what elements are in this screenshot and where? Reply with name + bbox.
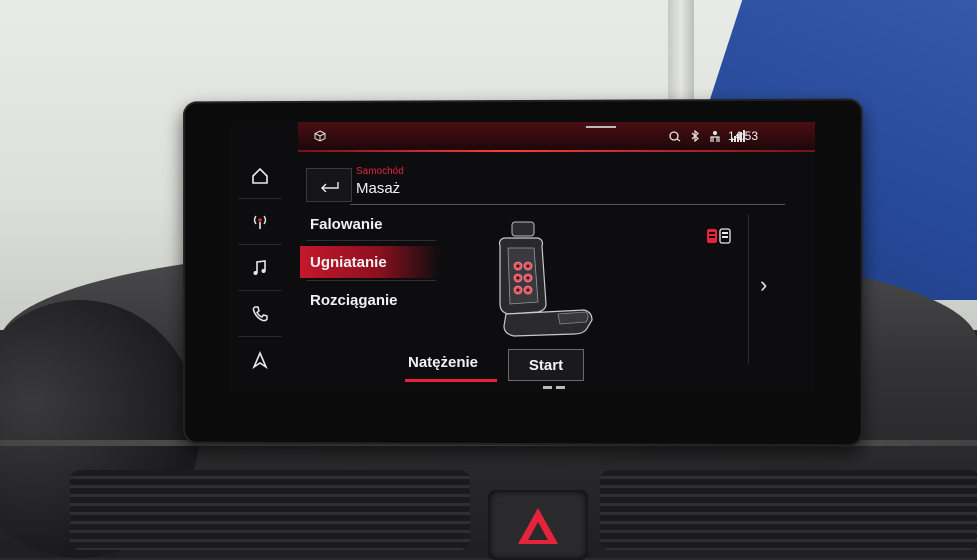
clock-time: 14:53 bbox=[728, 129, 759, 143]
nav-home-button[interactable] bbox=[238, 154, 282, 199]
program-item-ugniatanie[interactable]: Ugniatanie bbox=[300, 246, 440, 278]
page-dot bbox=[543, 386, 552, 389]
air-vent-left bbox=[70, 470, 470, 550]
right-panel-divider bbox=[748, 214, 749, 364]
nav-radio-button[interactable] bbox=[238, 200, 282, 245]
list-divider bbox=[306, 240, 436, 241]
home-icon bbox=[252, 167, 268, 184]
music-note-icon bbox=[253, 260, 266, 275]
header-divider bbox=[350, 204, 785, 205]
cube-icon bbox=[314, 130, 326, 145]
bluetooth-icon bbox=[690, 129, 700, 145]
radio-icon bbox=[253, 215, 267, 229]
intensity-tab-indicator bbox=[405, 379, 497, 382]
back-button[interactable] bbox=[306, 168, 352, 202]
program-item-falowanie[interactable]: Falowanie bbox=[300, 208, 440, 240]
program-label: Ugniatanie bbox=[310, 253, 387, 271]
nav-media-button[interactable] bbox=[238, 246, 282, 291]
program-label: Falowanie bbox=[310, 215, 383, 233]
side-navigation bbox=[230, 150, 282, 392]
page-indicator bbox=[543, 386, 565, 389]
back-arrow-icon bbox=[321, 182, 339, 192]
hazard-warning-icon-inner bbox=[528, 522, 548, 540]
navigation-arrow-icon bbox=[252, 350, 268, 370]
massage-seat-illustration bbox=[498, 221, 593, 337]
nav-phone-button[interactable] bbox=[238, 292, 282, 337]
pull-down-handle[interactable] bbox=[586, 126, 616, 128]
chevron-right-icon[interactable]: › bbox=[760, 272, 767, 298]
breadcrumb[interactable]: Samochód bbox=[356, 166, 404, 177]
location-sync-icon bbox=[668, 130, 682, 145]
phone-icon bbox=[252, 306, 268, 322]
program-label: Rozciąganie bbox=[310, 291, 398, 309]
program-item-rozciaganie[interactable]: Rozciąganie bbox=[300, 284, 440, 316]
air-vent-right bbox=[600, 470, 977, 550]
nav-navigation-button[interactable] bbox=[238, 338, 282, 382]
page-dot bbox=[556, 386, 565, 389]
page-title: Masaż bbox=[356, 180, 401, 197]
infotainment-screen: 14:53 Samochód Masaż Falowanie Ugniatani… bbox=[230, 122, 815, 392]
status-bar: 14:53 bbox=[298, 122, 815, 152]
person-icon bbox=[708, 130, 722, 146]
list-divider bbox=[306, 280, 436, 281]
start-button[interactable]: Start bbox=[508, 349, 584, 381]
seat-massage-status-icon bbox=[707, 228, 731, 244]
status-bar-glow bbox=[298, 150, 815, 152]
intensity-tab[interactable]: Natężenie bbox=[408, 354, 478, 371]
start-button-label: Start bbox=[528, 356, 564, 374]
